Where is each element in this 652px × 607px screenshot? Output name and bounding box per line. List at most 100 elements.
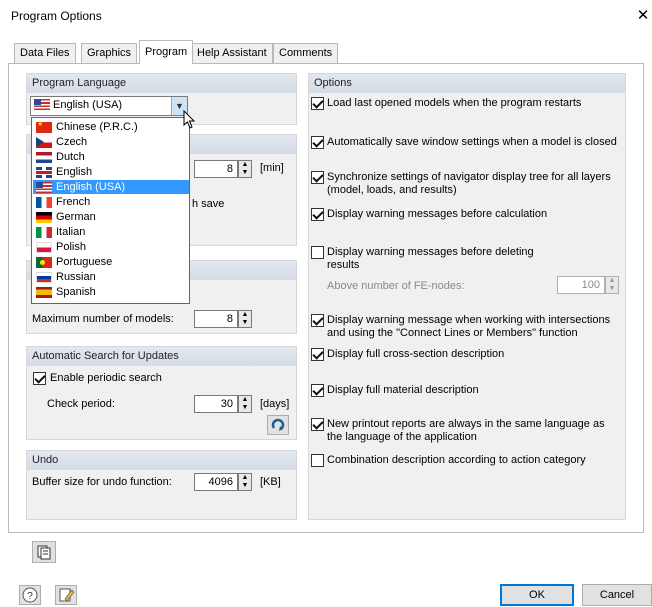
check-period-spinner[interactable]: 30 ▲ ▼ xyxy=(194,395,252,413)
cancel-button[interactable]: Cancel xyxy=(582,584,652,606)
language-select-value: English (USA) xyxy=(53,99,123,111)
defaults-icon xyxy=(37,545,51,560)
language-option-label: Polish xyxy=(56,241,86,253)
max-models-spin-button[interactable]: ▲ ▼ xyxy=(238,310,252,328)
language-option-label: German xyxy=(56,211,96,223)
language-option-label: English (USA) xyxy=(56,181,126,193)
language-option-label: Czech xyxy=(56,136,88,148)
svg-text:?: ? xyxy=(27,591,33,602)
tab-help-assistant[interactable]: Help Assistant xyxy=(191,43,273,63)
edit-icon xyxy=(59,588,75,602)
undo-buffer-spin-button[interactable]: ▲ ▼ xyxy=(238,473,252,491)
option-2-checkbox[interactable] xyxy=(311,171,324,184)
undo-buffer-unit: [KB] xyxy=(260,476,281,488)
option-1-label: Automatically save window settings when … xyxy=(327,136,617,148)
check-period-input[interactable]: 30 xyxy=(194,395,238,413)
germany-flag-icon xyxy=(36,212,52,223)
option-2-label: Synchronize settings of navigator displa… xyxy=(327,171,611,196)
option-7-checkbox[interactable] xyxy=(311,384,324,397)
undo-group-title: Undo xyxy=(27,451,296,470)
usa-flag-icon xyxy=(36,182,52,193)
language-option-chinese[interactable]: Chinese (P.R.C.) xyxy=(33,120,189,134)
language-option-dutch[interactable]: Dutch xyxy=(33,150,189,164)
netherlands-flag-icon xyxy=(36,152,52,163)
max-models-label: Maximum number of models: xyxy=(32,313,174,325)
italy-flag-icon xyxy=(36,227,52,238)
program-language-title: Program Language xyxy=(27,74,296,93)
option-8-checkbox[interactable] xyxy=(311,418,324,431)
autosave-interval-spin-button[interactable]: ▲ ▼ xyxy=(238,160,252,178)
tab-comments[interactable]: Comments xyxy=(273,43,339,63)
defaults-button[interactable] xyxy=(32,541,56,563)
max-models-input[interactable]: 8 xyxy=(194,310,238,328)
tab-program[interactable]: Program xyxy=(139,40,194,64)
window-title: Program Options xyxy=(11,9,102,23)
language-dropdown-list[interactable]: Chinese (P.R.C.) Czech Dutch English Eng… xyxy=(31,117,190,304)
uk-flag-icon xyxy=(35,167,53,178)
language-option-portuguese[interactable]: Portuguese xyxy=(33,255,189,269)
fe-nodes-spin-button[interactable]: ▲ ▼ xyxy=(605,276,619,294)
check-now-button[interactable] xyxy=(267,415,289,435)
undo-buffer-spinner[interactable]: 4096 ▲ ▼ xyxy=(194,473,252,491)
usa-flag-icon xyxy=(34,99,50,110)
option-5-label: Display warning message when working wit… xyxy=(327,314,611,339)
max-models-spinner[interactable]: 8 ▲ ▼ xyxy=(194,310,252,328)
help-button[interactable]: ? xyxy=(19,585,41,605)
language-option-spanish[interactable]: Spanish xyxy=(33,285,189,299)
autosave-interval-unit: [min] xyxy=(260,162,284,174)
autosave-interval-input[interactable]: 8 xyxy=(194,160,238,178)
language-option-label: French xyxy=(56,196,91,208)
option-6-label: Display full cross-section description xyxy=(327,348,505,360)
check-now-icon xyxy=(271,418,285,431)
language-option-french[interactable]: French xyxy=(33,195,189,209)
option-7-label: Display full material description xyxy=(327,384,479,396)
option-1-checkbox[interactable] xyxy=(311,136,324,149)
option-9-checkbox[interactable] xyxy=(311,454,324,467)
option-6-checkbox[interactable] xyxy=(311,348,324,361)
language-option-english[interactable]: English xyxy=(33,165,189,179)
language-option-czech[interactable]: Czech xyxy=(33,135,189,149)
language-option-label: English xyxy=(56,166,93,178)
language-option-label: Spanish xyxy=(56,286,96,298)
tab-data-files[interactable]: Data Files xyxy=(14,43,76,63)
check-period-spin-button[interactable]: ▲ ▼ xyxy=(238,395,252,413)
ok-button[interactable]: OK xyxy=(500,584,574,606)
option-5-checkbox[interactable] xyxy=(311,314,324,327)
option-0-checkbox[interactable] xyxy=(311,97,324,110)
updates-group-title: Automatic Search for Updates xyxy=(27,347,296,366)
czech-flag-icon xyxy=(36,137,52,148)
autosave-interval-spinner[interactable]: 8 ▲ ▼ xyxy=(194,160,252,178)
help-icon: ? xyxy=(22,587,38,603)
france-flag-icon xyxy=(36,197,52,208)
fe-nodes-label: Above number of FE-nodes: xyxy=(327,280,465,292)
undo-buffer-input[interactable]: 4096 xyxy=(194,473,238,491)
mouse-cursor-icon xyxy=(183,110,196,129)
tab-graphics[interactable]: Graphics xyxy=(81,43,138,63)
option-3-label: Display warning messages before calculat… xyxy=(327,208,548,220)
enable-periodic-search-label: Enable periodic search xyxy=(50,372,162,384)
fe-nodes-spinner[interactable]: 100 ▲ ▼ xyxy=(557,276,619,294)
language-option-label: Portuguese xyxy=(56,256,113,268)
language-option-label: Dutch xyxy=(56,151,85,163)
option-4-label: Display warning messages before deleting… xyxy=(327,246,534,271)
option-3-checkbox[interactable] xyxy=(311,208,324,221)
fe-nodes-input[interactable]: 100 xyxy=(557,276,605,294)
portugal-flag-icon xyxy=(36,257,52,268)
language-option-label: Italian xyxy=(56,226,86,238)
option-8-label: New printout reports are always in the s… xyxy=(327,418,605,443)
language-option-english-usa[interactable]: English (USA) xyxy=(33,180,189,194)
spain-flag-icon xyxy=(36,287,52,298)
china-flag-icon xyxy=(36,120,52,133)
russia-flag-icon xyxy=(36,272,52,283)
close-button[interactable]: ✕ xyxy=(634,5,652,27)
language-option-german[interactable]: German xyxy=(33,210,189,224)
language-option-italian[interactable]: Italian xyxy=(33,225,189,239)
check-period-unit: [days] xyxy=(260,398,290,410)
option-4-checkbox[interactable] xyxy=(311,246,324,259)
enable-periodic-search-checkbox[interactable] xyxy=(33,372,46,385)
autosave-partial-label: h save xyxy=(192,198,225,210)
language-option-russian[interactable]: Russian xyxy=(33,270,189,284)
poland-flag-icon xyxy=(36,242,52,253)
language-option-polish[interactable]: Polish xyxy=(33,240,189,254)
edit-button[interactable] xyxy=(55,585,77,605)
